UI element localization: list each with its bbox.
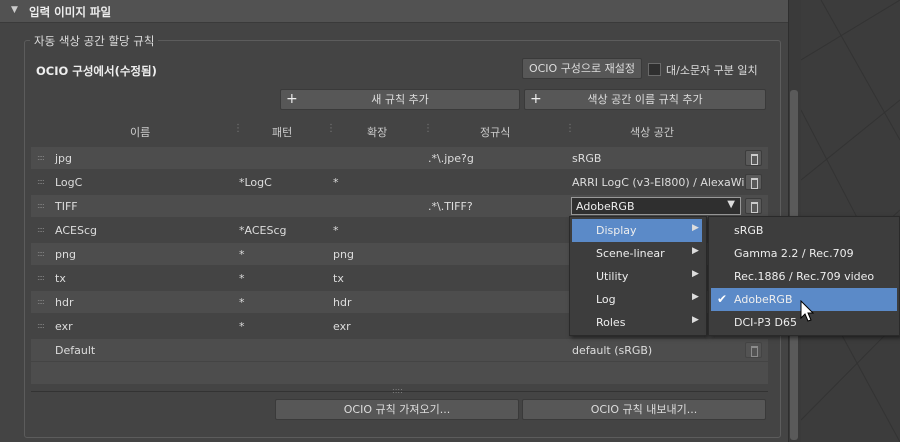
column-header-pattern[interactable]: 패턴 — [272, 124, 292, 140]
plus-icon: + — [530, 91, 542, 107]
row-extension: * — [333, 224, 339, 237]
row-colorspace: default (sRGB) — [572, 344, 653, 357]
column-separator[interactable]: ⋮ — [423, 123, 433, 134]
plus-icon: + — [286, 91, 298, 107]
checkmark-icon: ✔ — [717, 292, 728, 306]
menu-item-label: sRGB — [734, 224, 764, 237]
drag-handle-icon[interactable]: :::: — [37, 177, 45, 186]
add-rule-button[interactable]: + 새 규칙 추가 — [280, 89, 520, 110]
row-extension: exr — [333, 320, 351, 333]
menu-item-label: Rec.1886 / Rec.709 video — [734, 270, 875, 283]
drag-handle-icon[interactable]: :::: — [37, 321, 45, 330]
menu-item-roles[interactable]: Roles ▶ — [572, 311, 702, 334]
row-name: TIFF — [55, 200, 78, 213]
section-title: 입력 이미지 파일 — [29, 5, 112, 19]
delete-rule-icon[interactable] — [745, 198, 762, 214]
menu-item-utility[interactable]: Utility ▶ — [572, 265, 702, 288]
row-extension: png — [333, 248, 354, 261]
menu-item-label: Display — [596, 224, 637, 237]
mouse-cursor-icon — [800, 300, 815, 322]
drag-handle-icon[interactable]: :::: — [37, 273, 45, 282]
column-separator[interactable]: ⋮ — [326, 123, 336, 134]
menu-item-display[interactable]: Display ▶ — [572, 219, 702, 242]
submenu-arrow-icon: ▶ — [692, 315, 699, 325]
delete-rule-icon[interactable] — [745, 174, 762, 190]
row-name: tx — [55, 272, 66, 285]
import-ocio-rules-button[interactable]: OCIO 규칙 가져오기... — [275, 399, 519, 420]
row-extension: tx — [333, 272, 344, 285]
table-row[interactable]: :::: jpg .*\.jpe?g sRGB — [31, 147, 768, 169]
colorspace-category-menu: Display ▶ Scene-linear ▶ Utility ▶ Log ▶… — [569, 216, 707, 336]
group-title: 자동 색상 공간 할당 규칙 — [30, 33, 159, 49]
drag-handle-icon[interactable]: :::: — [37, 153, 45, 162]
colorspace-dropdown[interactable]: AdobeRGB ▼ — [571, 197, 741, 215]
menu-item-label: Gamma 2.2 / Rec.709 — [734, 247, 854, 260]
row-name: png — [55, 248, 76, 261]
drag-handle-icon[interactable]: :::: — [37, 201, 45, 210]
empty-row — [31, 362, 768, 384]
row-pattern: * — [239, 320, 245, 333]
menu-item-log[interactable]: Log ▶ — [572, 288, 702, 311]
menu-item-srgb[interactable]: sRGB — [711, 219, 897, 242]
section-header[interactable]: ▼ 입력 이미지 파일 — [0, 0, 788, 23]
column-header-colorspace[interactable]: 색상 공간 — [630, 124, 674, 140]
row-name: ACEScg — [55, 224, 97, 237]
column-header-name[interactable]: 이름 — [130, 124, 150, 140]
submenu-arrow-icon: ▶ — [692, 292, 699, 302]
menu-item-scene-linear[interactable]: Scene-linear ▶ — [572, 242, 702, 265]
column-header-regex[interactable]: 정규식 — [480, 124, 510, 140]
submenu-arrow-icon: ▶ — [692, 269, 699, 279]
row-regex: .*\.TIFF? — [428, 200, 473, 213]
dropdown-value: AdobeRGB — [576, 200, 635, 213]
column-header-extension[interactable]: 확장 — [367, 124, 387, 140]
column-separator[interactable]: ⋮ — [565, 123, 575, 134]
row-regex: .*\.jpe?g — [428, 152, 474, 165]
row-pattern: * — [239, 248, 245, 261]
row-name: Default — [55, 344, 96, 357]
dropdown-arrow-icon: ▼ — [727, 199, 735, 210]
menu-item-label: Scene-linear — [596, 247, 665, 260]
case-sensitive-label: 대/소문자 구분 일치 — [666, 64, 758, 77]
row-extension: * — [333, 176, 339, 189]
menu-item-label: Roles — [596, 316, 626, 329]
row-colorspace: ARRI LogC (v3-EI800) / AlexaWide — [572, 176, 759, 189]
row-name: jpg — [55, 152, 73, 165]
row-pattern: * — [239, 272, 245, 285]
menu-item-label: Log — [596, 293, 616, 306]
collapse-arrow-icon[interactable]: ▼ — [11, 5, 18, 15]
row-name: exr — [55, 320, 73, 333]
drag-handle-icon[interactable]: :::: — [37, 297, 45, 306]
row-pattern: * — [239, 296, 245, 309]
case-sensitive-checkbox[interactable] — [648, 63, 661, 76]
row-pattern: *ACEScg — [239, 224, 287, 237]
row-name: LogC — [55, 176, 83, 189]
submenu-arrow-icon: ▶ — [692, 223, 699, 233]
table-row-default[interactable]: Default default (sRGB) — [31, 339, 768, 361]
drag-handle-icon[interactable]: :::: — [37, 225, 45, 234]
drag-handle-icon[interactable]: :::: — [37, 249, 45, 258]
add-colorspace-rule-button[interactable]: + 색상 공간 이름 규칙 추가 — [524, 89, 766, 110]
row-name: hdr — [55, 296, 74, 309]
row-pattern: *LogC — [239, 176, 272, 189]
column-separator[interactable]: ⋮ — [233, 123, 243, 134]
menu-item-label: AdobeRGB — [734, 293, 793, 306]
reset-ocio-button[interactable]: OCIO 구성으로 재설정 — [522, 58, 642, 79]
config-name: OCIO 구성에서(수정됨) — [36, 64, 157, 78]
table-row[interactable]: :::: LogC *LogC * ARRI LogC (v3-EI800) /… — [31, 171, 768, 193]
menu-item-rec1886[interactable]: Rec.1886 / Rec.709 video — [711, 265, 897, 288]
splitter-handle-icon[interactable]: :::: — [392, 386, 403, 395]
add-rule-label: 새 규칙 추가 — [371, 93, 429, 106]
export-ocio-rules-button[interactable]: OCIO 규칙 내보내기... — [522, 399, 766, 420]
menu-item-gamma22[interactable]: Gamma 2.2 / Rec.709 — [711, 242, 897, 265]
add-colorspace-rule-label: 색상 공간 이름 규칙 추가 — [587, 93, 703, 106]
delete-rule-icon — [745, 342, 762, 358]
submenu-arrow-icon: ▶ — [692, 246, 699, 256]
delete-rule-icon[interactable] — [745, 150, 762, 166]
menu-item-label: Utility — [596, 270, 629, 283]
row-extension: hdr — [333, 296, 352, 309]
menu-item-label: DCI-P3 D65 — [734, 316, 797, 329]
row-colorspace: sRGB — [572, 152, 602, 165]
